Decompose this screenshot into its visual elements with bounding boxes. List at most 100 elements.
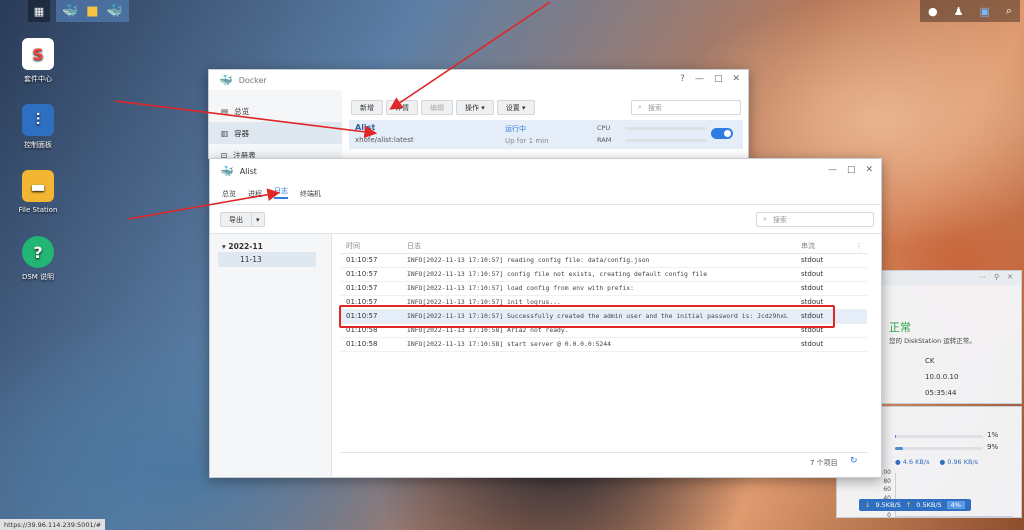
footer-divider xyxy=(341,452,867,453)
minimize-icon[interactable]: — xyxy=(695,74,704,84)
tree-year[interactable]: ▾ 2022-11 xyxy=(222,242,263,251)
table-row[interactable]: 01:10:57 INFO[2022-11-13 17:10:57] confi… xyxy=(341,267,867,282)
open-apps-group: 🐳 ■ 🐳 xyxy=(56,0,129,22)
row-spacer xyxy=(851,295,867,310)
main-menu-icon[interactable]: ▦ xyxy=(28,0,50,22)
net-up-value: 0.5KB/S xyxy=(916,501,942,509)
log-table-header: 时间 日志 串流 ⋮ xyxy=(341,239,867,254)
log-table-container: 时间 日志 串流 ⋮ 01:10:57 INFO[2022-11-13 17:1… xyxy=(341,239,867,352)
action-dropdown[interactable]: 操作 ▾ xyxy=(456,100,494,115)
container-name: Alist xyxy=(355,123,376,132)
search-placeholder: 搜索 xyxy=(772,215,787,224)
highlight-box xyxy=(339,305,835,328)
maximize-icon[interactable]: □ xyxy=(847,165,856,175)
pin-icon[interactable]: ⚲ xyxy=(994,273,999,283)
col-log[interactable]: 日志 xyxy=(407,239,801,254)
docker-sidebar: ▤ 总览 ▥ 容器 ⊡ 注册表 xyxy=(209,90,342,160)
help-icon: ? xyxy=(22,236,54,268)
container-cpu-bar xyxy=(625,127,707,130)
overview-icon: ▤ xyxy=(221,106,229,116)
desktop-icon-package-center[interactable]: S 套件中心 xyxy=(8,38,68,84)
edit-button[interactable]: 编辑 xyxy=(421,100,453,115)
table-row[interactable]: 01:10:57 INFO[2022-11-13 17:10:57] readi… xyxy=(341,253,867,268)
ram-bar xyxy=(895,447,983,450)
up-arrow-icon: ↑ xyxy=(905,501,912,509)
refresh-icon[interactable]: ↻ xyxy=(850,456,858,466)
table-row[interactable]: 01:10:58 INFO[2022-11-13 17:10:58] start… xyxy=(341,337,867,352)
settings-dropdown[interactable]: 设置 ▾ xyxy=(496,100,535,115)
log-stream: stdout xyxy=(801,337,851,352)
export-button[interactable]: 导出 xyxy=(220,212,252,227)
notification-icon[interactable]: ● xyxy=(928,5,938,18)
table-row[interactable]: 01:10:57 INFO[2022-11-13 17:10:57] load … xyxy=(341,281,867,296)
user-icon[interactable]: ♟ xyxy=(954,5,964,18)
col-stream[interactable]: 串流 xyxy=(801,239,851,254)
widget-menu-icon[interactable]: ⋯ xyxy=(979,273,986,283)
nav-label: 容器 xyxy=(234,128,250,138)
action-label: 操作 xyxy=(465,103,479,112)
health-status: 正常 xyxy=(889,321,911,334)
down-arrow-icon: ↓ xyxy=(865,501,871,509)
tab-divider xyxy=(210,204,881,205)
nav-container[interactable]: ▥ 容器 xyxy=(209,122,342,144)
tree-day[interactable]: 11-13 xyxy=(218,252,316,267)
column-menu-icon[interactable]: ⋮ xyxy=(851,239,867,254)
browser-status-url: https://39.96.114.239:5001/# xyxy=(0,519,106,530)
container-ram-bar xyxy=(625,139,707,142)
container-enable-toggle[interactable] xyxy=(711,128,733,139)
chart-tick: 0 xyxy=(887,511,891,519)
tab-log[interactable]: 日志 xyxy=(274,186,288,199)
docker-icon: 🐳 xyxy=(220,164,234,178)
col-time[interactable]: 时间 xyxy=(341,239,407,254)
upload-speed: ● 0.96 KB/s xyxy=(939,458,979,466)
desktop-icon-label: 控制面板 xyxy=(24,141,52,149)
export-dropdown-icon[interactable]: ▾ xyxy=(252,212,265,227)
search-icon[interactable]: ⌕ xyxy=(1006,4,1012,18)
detail-button[interactable]: 详情 xyxy=(386,100,418,115)
nav-label: 总览 xyxy=(234,106,250,116)
cpu-bar-fill xyxy=(895,435,896,438)
ram-bar-fill xyxy=(895,447,903,450)
docker-app-icon-2[interactable]: 🐳 xyxy=(106,4,122,19)
alist-title-bar[interactable]: 🐳 Alist xyxy=(210,159,881,183)
desktop-icon-label: File Station xyxy=(18,206,58,214)
desktop-icon-file-station[interactable]: ▬ File Station xyxy=(8,170,68,214)
close-icon[interactable]: ✕ xyxy=(865,165,873,175)
search-icon: ⌕ xyxy=(638,103,642,111)
docker-search-input[interactable]: ⌕ 搜索 xyxy=(631,100,741,115)
alist-tabs: 总览 进程 日志 终端机 xyxy=(210,185,321,199)
desktop-icon-control-panel[interactable]: ⫶ 控制面板 xyxy=(8,104,68,150)
package-center-icon: S xyxy=(22,38,54,70)
docker-app-icon[interactable]: 🐳 xyxy=(62,4,78,19)
close-icon[interactable]: ✕ xyxy=(732,74,740,84)
file-station-app-icon[interactable]: ■ xyxy=(86,4,98,19)
widgets-icon[interactable]: ▣ xyxy=(979,5,989,18)
close-icon[interactable]: ✕ xyxy=(1007,273,1013,283)
log-search-input[interactable]: ⌕ 搜索 xyxy=(756,212,874,227)
alist-title: Alist xyxy=(239,166,257,176)
maximize-icon[interactable]: □ xyxy=(714,74,723,84)
log-message: INFO[2022-11-13 17:10:58] start server @… xyxy=(407,337,801,352)
row-spacer xyxy=(851,267,867,282)
docker-title-bar[interactable]: 🐳 Docker xyxy=(209,70,748,90)
new-button[interactable]: 新增 xyxy=(351,100,383,115)
container-row-alist[interactable]: Alist xhofe/alist:latest 运行中 Up for 1 mi… xyxy=(349,120,743,149)
tab-process[interactable]: 进程 xyxy=(248,189,262,199)
log-message: INFO[2022-11-13 17:10:57] load config fr… xyxy=(407,281,801,296)
minimize-icon[interactable]: — xyxy=(828,165,837,175)
nav-overview[interactable]: ▤ 总览 xyxy=(209,100,342,122)
search-placeholder: 搜索 xyxy=(647,103,662,112)
network-speeds: ● 4.6 KB/s ● 0.96 KB/s xyxy=(895,458,978,466)
desktop-icon-dsm-help[interactable]: ? DSM 说明 xyxy=(8,236,68,282)
container-status: 运行中 xyxy=(505,125,526,133)
desktop-icon-label: DSM 说明 xyxy=(21,273,55,281)
log-time: 01:10:58 xyxy=(341,337,407,352)
help-icon[interactable]: ? xyxy=(680,74,685,84)
docker-icon: 🐳 xyxy=(219,73,233,87)
log-stream: stdout xyxy=(801,281,851,296)
row-spacer xyxy=(851,281,867,296)
tab-overview[interactable]: 总览 xyxy=(222,189,236,199)
container-icon: ▥ xyxy=(221,128,229,138)
ip-address: 10.0.0.10 xyxy=(925,373,959,381)
tab-terminal[interactable]: 终端机 xyxy=(300,189,321,199)
